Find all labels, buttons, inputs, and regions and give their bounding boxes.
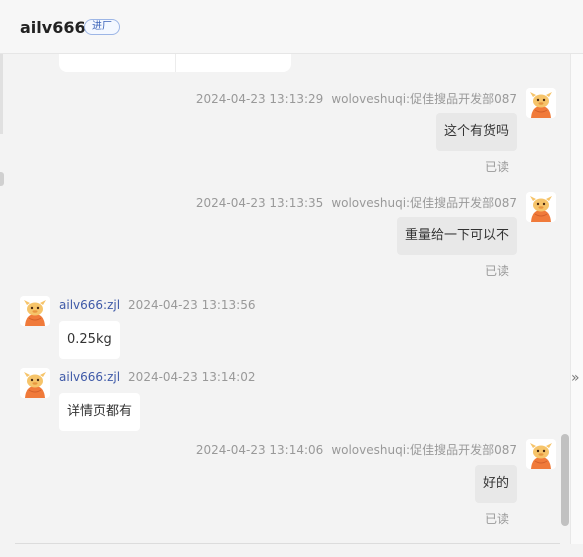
message-meta: ailv666:zjl 2024-04-23 13:13:56 [59,298,256,312]
message-meta: 2024-04-23 13:14:06 woloveshuqi:促佳搜品开发部08… [196,441,517,458]
message-bubble[interactable]: 详情页都有 [59,393,141,431]
message-time: 2024-04-23 13:13:35 [195,196,324,210]
message-sender[interactable]: ailv666:zjl [59,298,120,312]
message-time: 2024-04-23 13:14:06 [195,443,324,457]
message-bubble[interactable]: 重量给一下可以不 [396,217,517,255]
read-status: 已读 [484,160,509,174]
message-sender[interactable]: ailv666:zjl [59,370,120,384]
message-sender: woloveshuqi:促佳搜品开发部087 [331,196,517,210]
cat-mascot-icon[interactable] [526,192,556,222]
chat-title: ailv666 [20,18,86,37]
read-status: 已读 [484,264,509,278]
contact-badge[interactable]: 进厂 [84,19,120,35]
message-meta: 2024-04-23 13:13:35 woloveshuqi:促佳搜品开发部08… [196,194,517,211]
message-sender: woloveshuqi:促佳搜品开发部087 [331,443,517,457]
message-sender: woloveshuqi:促佳搜品开发部087 [331,92,517,106]
message-time: 2024-04-23 13:13:29 [195,92,324,106]
double-chevron-right-icon[interactable]: » [571,370,580,386]
chat-header: ailv666 进厂 [0,0,583,54]
scrollbar-thumb[interactable] [561,434,569,526]
cat-mascot-icon[interactable] [526,88,556,118]
cat-mascot-icon[interactable] [526,439,556,469]
message-bubble[interactable]: 0.25kg [59,321,120,359]
cat-mascot-icon[interactable] [20,368,50,398]
message-list[interactable]: 2024-04-23 13:13:29 woloveshuqi:促佳搜品开发部08… [0,54,583,544]
read-status: 已读 [484,512,509,526]
message-time: 2024-04-23 13:14:02 [128,370,256,384]
side-panel-edge [570,54,583,544]
cat-mascot-icon[interactable] [20,296,50,326]
message-time: 2024-04-23 13:13:56 [128,298,256,312]
message-meta: ailv666:zjl 2024-04-23 13:14:02 [59,370,256,384]
message-bubble[interactable]: 这个有货吗 [435,113,517,151]
message-meta: 2024-04-23 13:13:29 woloveshuqi:促佳搜品开发部08… [196,90,517,107]
input-divider [15,543,560,544]
message-bubble[interactable]: 好的 [474,465,517,503]
partial-message-card [59,54,291,72]
